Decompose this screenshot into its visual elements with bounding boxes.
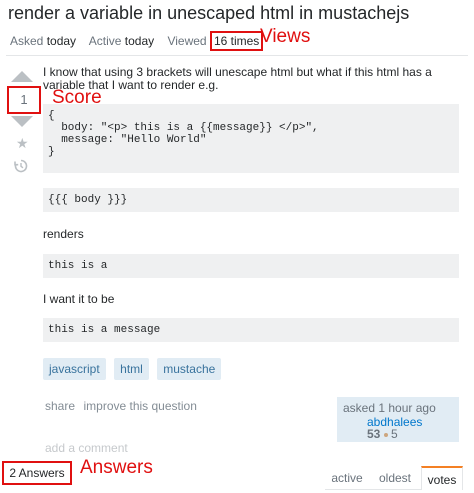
vote-count: 1 (7, 86, 41, 114)
post-menu: share improve this question (45, 397, 197, 415)
viewed-label: Viewed (167, 34, 207, 48)
question-title[interactable]: render a variable in unescaped html in m… (8, 3, 409, 24)
vote-up-icon[interactable] (11, 71, 33, 82)
active-label: Active (88, 34, 122, 48)
active-value[interactable]: today (125, 34, 154, 48)
sort-tab-votes[interactable]: votes (421, 466, 463, 490)
code-block-json: { body: "<p> this is a {{message}} </p>"… (43, 104, 459, 173)
answers-annotation: Answers (80, 457, 153, 478)
answers-count: 2 Answers (2, 461, 72, 485)
share-link[interactable]: share (45, 399, 75, 413)
question-meta: Asked today Active today Viewed 16 times (10, 31, 264, 51)
favorite-star-icon[interactable]: ★ (16, 135, 29, 152)
tag-javascript[interactable]: javascript (43, 358, 106, 380)
question-body-intro: I know that using 3 brackets will unesca… (43, 65, 432, 92)
sort-tabs-underline (325, 489, 421, 490)
reputation-score: 53 (367, 427, 381, 441)
asked-label: Asked (10, 34, 44, 48)
asked-value: today (46, 34, 77, 48)
code-block-output: this is a (43, 254, 459, 278)
asked-time: asked 1 hour ago (343, 401, 436, 415)
user-reputation: 53 5 (367, 427, 453, 441)
views-annotation: Views (260, 26, 311, 47)
paragraph-renders: renders (43, 227, 84, 241)
user-signature-card: asked 1 hour ago abdhalees 53 5 (337, 397, 459, 442)
paragraph-want: I want it to be (43, 292, 115, 306)
bronze-badge-count: 5 (391, 427, 398, 441)
bronze-badge-icon (383, 432, 388, 437)
vote-down-icon[interactable] (11, 116, 33, 127)
viewed-value: 16 times (209, 31, 264, 51)
code-block-desired: this is a message (43, 318, 459, 342)
header-divider (6, 55, 468, 56)
sort-tab-oldest[interactable]: oldest (373, 466, 417, 490)
code-block-template: {{{ body }}} (43, 188, 459, 212)
improve-question-link[interactable]: improve this question (83, 399, 196, 413)
tag-mustache[interactable]: mustache (157, 358, 222, 380)
tag-list: javascript html mustache (43, 358, 225, 380)
sort-tab-active[interactable]: active (325, 466, 369, 490)
history-icon[interactable] (14, 159, 28, 178)
add-comment-link[interactable]: add a comment (45, 441, 128, 455)
tag-html[interactable]: html (114, 358, 149, 380)
